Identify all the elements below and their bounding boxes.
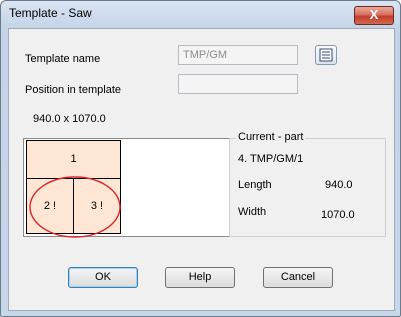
part-3-label: 3 ! bbox=[90, 200, 104, 212]
width-value: 1070.0 bbox=[321, 209, 355, 221]
template-name-field[interactable]: TMP/GM bbox=[178, 45, 298, 65]
dimensions-text: 940.0 x 1070.0 bbox=[33, 113, 106, 125]
current-part-title: Current - part bbox=[236, 131, 306, 143]
dialog-window: Template - Saw X Template name TMP/GM Po… bbox=[0, 0, 401, 317]
part-2-label: 2 ! bbox=[43, 200, 57, 212]
help-button[interactable]: Help bbox=[165, 267, 235, 288]
title-bar[interactable]: Template - Saw X bbox=[1, 1, 400, 27]
width-label: Width bbox=[238, 206, 267, 218]
browse-template-button[interactable] bbox=[315, 45, 337, 65]
current-part-group: Current - part 4. TMP/GM/1 Length 940.0 … bbox=[229, 131, 386, 237]
part-1-label: 1 bbox=[70, 153, 77, 165]
part-3[interactable]: 3 ! bbox=[73, 178, 121, 234]
part-1[interactable]: 1 bbox=[26, 140, 121, 179]
ok-button[interactable]: OK bbox=[68, 267, 138, 288]
ok-button-label: OK bbox=[95, 271, 111, 283]
help-button-label: Help bbox=[188, 271, 212, 283]
window-title: Template - Saw bbox=[9, 6, 92, 20]
list-icon bbox=[319, 48, 333, 62]
close-button[interactable]: X bbox=[354, 6, 394, 25]
template-name-value: TMP/GM bbox=[183, 49, 227, 61]
current-part-name: 4. TMP/GM/1 bbox=[238, 153, 304, 165]
template-name-label: Template name bbox=[25, 53, 101, 65]
close-icon: X bbox=[369, 7, 379, 22]
cancel-button[interactable]: Cancel bbox=[263, 267, 333, 288]
part-2[interactable]: 2 ! bbox=[26, 178, 74, 234]
dialog-body: Template name TMP/GM Position in templat… bbox=[8, 28, 395, 311]
cancel-button-label: Cancel bbox=[280, 271, 316, 283]
template-preview[interactable]: » 1 2 ! 3 ! bbox=[23, 137, 230, 238]
position-label: Position in template bbox=[25, 84, 121, 96]
length-label: Length bbox=[238, 179, 272, 191]
position-field[interactable] bbox=[178, 74, 298, 94]
length-value: 940.0 bbox=[325, 179, 353, 191]
